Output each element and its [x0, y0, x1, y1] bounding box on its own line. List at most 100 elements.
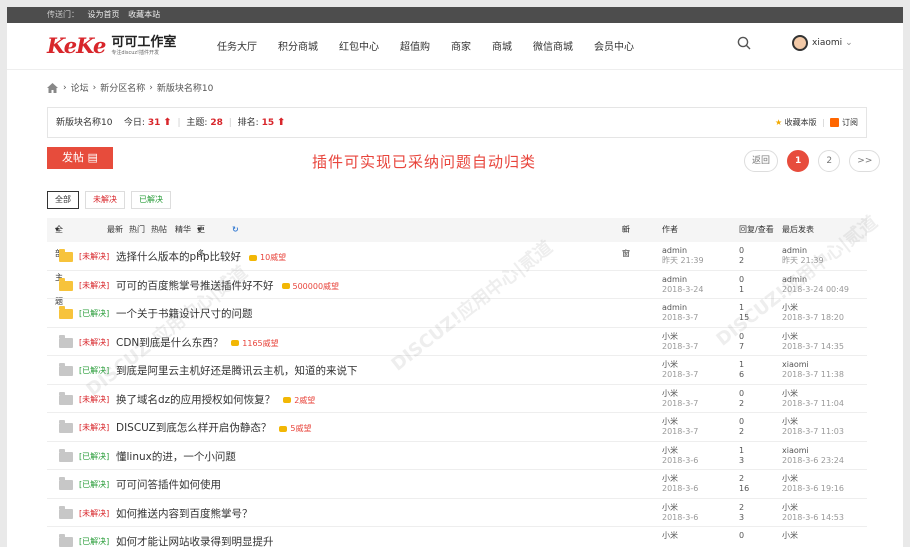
thread-title[interactable]: 一个关于书籍设计尺寸的问题: [116, 308, 253, 320]
author-name[interactable]: 小米: [662, 446, 698, 456]
bookmark-link[interactable]: 收藏本站: [128, 10, 160, 19]
main-nav: 任务大厅 积分商城 红包中心 超值购 商家 商城 微信商城 会员中心: [217, 38, 655, 53]
filter-solved[interactable]: 已解决: [131, 191, 171, 209]
author-name[interactable]: admin: [662, 246, 704, 256]
thread-title[interactable]: 如何推送内容到百度熊掌号？: [116, 508, 253, 520]
author-name[interactable]: 小米: [662, 332, 698, 342]
thread-row[interactable]: [已解决] 可可问答插件如何使用 小米 2018-3-6 2 16 小米 2018-3-6 1…: [47, 470, 867, 499]
reply-count: 0: [739, 388, 745, 398]
divider: |: [822, 118, 825, 127]
new-post-button[interactable]: 发帖 ▤: [47, 147, 113, 169]
nav-item[interactable]: 超值购: [400, 38, 430, 53]
view-count: 15: [739, 313, 750, 322]
thread-title-wrap: 可可问答插件如何使用: [116, 477, 221, 492]
nav-item[interactable]: 微信商城: [533, 38, 573, 53]
author-name[interactable]: 小米: [662, 474, 698, 484]
filter-unsolved[interactable]: 未解决: [85, 191, 125, 209]
filter-all-topics[interactable]: 全部主题 ▾: [55, 218, 63, 306]
divider: |: [228, 118, 232, 128]
reward-value: 10威望: [260, 253, 287, 262]
breadcrumb-item[interactable]: 论坛: [71, 81, 89, 94]
page-link[interactable]: 2: [818, 150, 841, 172]
thread-row[interactable]: [已解决] 到底是阿里云主机好还是腾讯云主机，知道的来说下 小米 2018-3-7 1 6…: [47, 356, 867, 385]
author-name[interactable]: 小米: [662, 503, 698, 513]
sort-digest[interactable]: 精华: [175, 218, 191, 242]
thread-row[interactable]: [已解决] 一个关于书籍设计尺寸的问题 admin 2018-3-7 1 15 小米 2018…: [47, 299, 867, 328]
set-home-link[interactable]: 设为首页: [88, 10, 120, 19]
thread-row[interactable]: [已解决] 如何才能让网站收录得到明显提升 小米 0 小米: [47, 527, 867, 547]
last-poster[interactable]: xiaomi: [782, 446, 844, 456]
breadcrumb-sep: ›: [149, 82, 153, 93]
author-name[interactable]: 小米: [662, 389, 698, 399]
favorite-board-link[interactable]: 收藏本版: [785, 118, 817, 127]
home-icon[interactable]: [47, 82, 58, 93]
breadcrumb-item[interactable]: 新版块名称10: [157, 81, 213, 94]
breadcrumb-item[interactable]: 新分区名称: [100, 81, 145, 94]
author-name[interactable]: admin: [662, 275, 703, 285]
sort-hot[interactable]: 热门: [129, 218, 145, 242]
last-poster[interactable]: 小米: [782, 332, 844, 342]
thread-title[interactable]: 懂linux的进，一个小问题: [116, 451, 236, 463]
post-date: 2018-3-7: [662, 313, 699, 322]
today-label: 今日:: [123, 118, 145, 128]
author-name[interactable]: 小米: [662, 360, 698, 370]
nav-item[interactable]: 商城: [492, 38, 512, 53]
thread-title[interactable]: DISCUZ到底怎么样开启伪静态？: [116, 422, 271, 434]
author-name[interactable]: 小米: [662, 531, 678, 541]
filter-all[interactable]: 全部: [47, 191, 79, 209]
last-poster[interactable]: 小米: [782, 474, 844, 484]
thread-title-wrap: 一个关于书籍设计尺寸的问题: [116, 306, 253, 321]
thread-row[interactable]: [未解决] 可可的百度熊掌号推送插件好不好 500000威望 admin 2018-3-…: [47, 271, 867, 299]
last-poster[interactable]: 小米: [782, 503, 844, 513]
nav-item[interactable]: 红包中心: [339, 38, 379, 53]
last-poster[interactable]: 小米: [782, 531, 798, 541]
last-post-date: 2018-3-7 11:38: [782, 370, 844, 379]
thread-title[interactable]: 可可问答插件如何使用: [116, 479, 221, 491]
thread-title[interactable]: CDN到底是什么东西？: [116, 337, 223, 349]
thread-title[interactable]: 如何才能让网站收录得到明显提升: [116, 536, 274, 547]
last-poster[interactable]: 小米: [782, 417, 844, 427]
last-poster[interactable]: xiaomi: [782, 360, 844, 370]
last-poster[interactable]: admin: [782, 275, 849, 285]
thread-title[interactable]: 到底是阿里云主机好还是腾讯云主机，知道的来说下: [116, 365, 358, 377]
subscribe-link[interactable]: 订阅: [842, 118, 858, 127]
site-header: KeKe 可可工作室 专注discuz!插件开发 任务大厅 积分商城 红包中心 …: [7, 23, 903, 70]
back-button[interactable]: 返回: [744, 150, 779, 172]
thread-author-cell: 小米: [662, 531, 678, 541]
last-poster[interactable]: 小米: [782, 389, 844, 399]
last-poster[interactable]: 小米: [782, 303, 844, 313]
next-page-button[interactable]: >>: [849, 150, 881, 172]
thread-row[interactable]: [已解决] 懂linux的进，一个小问题 小米 2018-3-6 1 3 xiaomi 201…: [47, 442, 867, 470]
thread-row[interactable]: [未解决] DISCUZ到底怎么样开启伪静态？ 5威望 小米 2018-3-7 0 2 小米 2…: [47, 413, 867, 442]
more-menu[interactable]: 更多 ▾: [197, 218, 205, 258]
refresh-icon[interactable]: ↻: [232, 218, 239, 242]
user-menu[interactable]: xiaomi ⌄: [792, 35, 853, 51]
post-date: 2018-3-6: [662, 455, 699, 465]
nav-item[interactable]: 任务大厅: [217, 38, 257, 53]
thread-title[interactable]: 可可的百度熊掌号推送插件好不好: [116, 280, 274, 292]
page-current[interactable]: 1: [787, 150, 810, 172]
last-post-cell: 小米 2018-3-7 18:20: [782, 303, 844, 323]
last-poster[interactable]: admin: [782, 246, 824, 256]
reply-count: 0: [739, 246, 745, 255]
thread-row[interactable]: [未解决] 换了域名dz的应用授权如何恢复？ 2威望 小米 2018-3-7 0 2 小米 20…: [47, 385, 867, 413]
sort-hotpost[interactable]: 热帖: [151, 218, 167, 242]
thread-title[interactable]: 选择什么版本的php比较好: [116, 251, 241, 263]
site-logo[interactable]: KeKe 可可工作室 专注discuz!插件开发: [47, 33, 176, 58]
search-icon[interactable]: [737, 36, 751, 50]
thread-title[interactable]: 换了域名dz的应用授权如何恢复？: [116, 394, 275, 406]
nav-item[interactable]: 会员中心: [594, 38, 634, 53]
thread-stats-cell: 02: [739, 246, 744, 266]
reward-badge: 1165威望: [231, 339, 279, 348]
view-count: 2: [739, 398, 745, 408]
thread-row[interactable]: [未解决] CDN到底是什么东西？ 1165威望 小米 2018-3-7 0 7 小米 2018…: [47, 328, 867, 356]
sort-latest[interactable]: 最新: [107, 218, 123, 242]
nav-item[interactable]: 商家: [451, 38, 471, 53]
author-name[interactable]: admin: [662, 303, 698, 313]
thread-row[interactable]: [未解决] 选择什么版本的php比较好 10威望 admin 昨天 21:39 0 2 adm…: [47, 242, 867, 271]
chevron-down-icon: ⌄: [845, 38, 853, 48]
author-name[interactable]: 小米: [662, 417, 698, 427]
thread-row[interactable]: [未解决] 如何推送内容到百度熊掌号？ 小米 2018-3-6 2 3 小米 2018-3-6…: [47, 499, 867, 527]
reply-count: 0: [739, 274, 745, 284]
nav-item[interactable]: 积分商城: [278, 38, 318, 53]
